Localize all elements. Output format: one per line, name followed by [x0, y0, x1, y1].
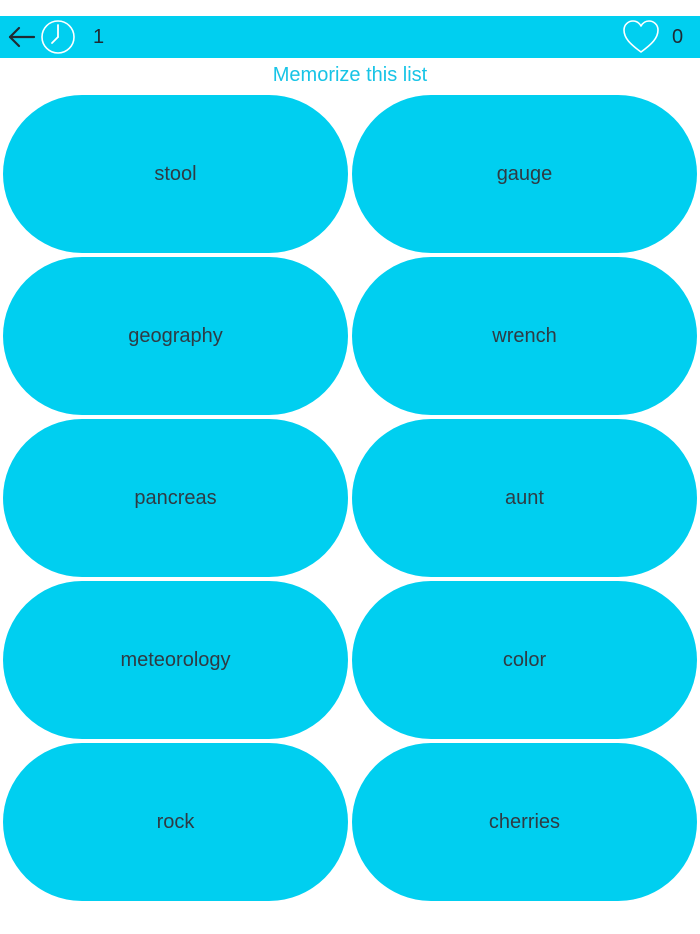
word-card[interactable]: stool: [3, 95, 348, 253]
back-button[interactable]: [6, 22, 38, 52]
arrow-left-icon: [8, 26, 36, 48]
word-card[interactable]: gauge: [352, 95, 697, 253]
word-card[interactable]: pancreas: [3, 419, 348, 577]
word-card[interactable]: aunt: [352, 419, 697, 577]
word-grid: stool gauge geography wrench pancreas au…: [3, 95, 697, 901]
clock-icon: [40, 19, 76, 55]
word-card[interactable]: color: [352, 581, 697, 739]
timer-value: 1: [93, 26, 105, 48]
score-value: 0: [672, 26, 684, 48]
heart-outline-icon: [622, 19, 660, 55]
word-card[interactable]: rock: [3, 743, 348, 901]
instruction-text: Memorize this list: [272, 64, 428, 86]
word-card[interactable]: cherries: [352, 743, 697, 901]
word-card[interactable]: geography: [3, 257, 348, 415]
word-card[interactable]: wrench: [352, 257, 697, 415]
top-bar: 1 0: [0, 16, 700, 58]
word-card[interactable]: meteorology: [3, 581, 348, 739]
